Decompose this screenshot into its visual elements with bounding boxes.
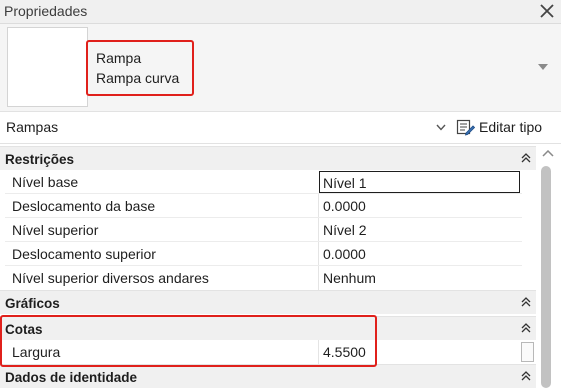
collapse-up-icon[interactable] xyxy=(521,371,531,381)
property-value: Nenhum xyxy=(323,270,376,286)
property-value: 0.0000 xyxy=(323,198,366,214)
group-name: Gráficos xyxy=(5,296,60,311)
property-row[interactable]: Nível superior Nível 2 xyxy=(0,218,536,242)
panel-titlebar: Propriedades xyxy=(0,0,561,24)
property-value-field[interactable]: 0.0000 xyxy=(318,194,522,218)
property-value: 4.5500 xyxy=(323,344,366,360)
property-label: Nível superior diversos andares xyxy=(12,270,209,286)
group-name: Restrições xyxy=(5,152,75,167)
edit-type-button[interactable]: Editar tipo xyxy=(456,116,556,140)
type-selector[interactable]: Rampa Rampa curva xyxy=(0,24,561,112)
property-row[interactable]: Deslocamento da base 0.0000 xyxy=(0,194,536,218)
group-cotas[interactable]: Cotas xyxy=(0,316,536,340)
value-edit-button[interactable] xyxy=(521,342,534,362)
property-label: Largura xyxy=(12,344,61,360)
property-label: Nível base xyxy=(12,174,79,190)
property-value: 0.0000 xyxy=(323,246,366,262)
close-icon[interactable] xyxy=(537,1,557,21)
property-label: Deslocamento da base xyxy=(12,198,156,214)
scrollbar-thumb[interactable] xyxy=(541,166,551,388)
property-label: Nível superior xyxy=(12,222,99,238)
property-value: Nível 2 xyxy=(323,222,367,238)
filter-row: Rampas Editar tipo xyxy=(0,112,561,144)
category-filter-select[interactable]: Rampas xyxy=(0,112,452,144)
edit-type-icon xyxy=(456,119,475,136)
group-name: Cotas xyxy=(5,322,43,337)
group-name: Dados de identidade xyxy=(5,370,138,385)
collapse-up-icon[interactable] xyxy=(521,323,531,333)
property-row[interactable]: Largura 4.5500 xyxy=(0,340,536,364)
group-restricoes[interactable]: Restrições xyxy=(0,146,536,170)
property-row[interactable]: Deslocamento superior 0.0000 xyxy=(0,242,536,266)
type-preview-image xyxy=(7,27,88,107)
type-name-label: Rampa curva xyxy=(96,70,180,86)
property-value-field[interactable]: Nenhum xyxy=(318,266,522,290)
property-value: Nível 1 xyxy=(323,175,367,191)
collapse-up-icon[interactable] xyxy=(521,297,531,307)
property-value-field[interactable]: 4.5500 xyxy=(318,340,522,364)
vertical-scrollbar[interactable] xyxy=(521,144,561,388)
property-row[interactable]: Nível superior diversos andares Nenhum xyxy=(0,266,536,290)
property-value-field[interactable]: 0.0000 xyxy=(318,242,522,266)
category-filter-value: Rampas xyxy=(6,119,59,135)
type-names-highlight: Rampa Rampa curva xyxy=(86,40,194,96)
group-dados-identidade[interactable]: Dados de identidade xyxy=(0,364,536,388)
properties-grid: Restrições Nível base Nível 1 Deslocamen… xyxy=(0,144,536,388)
panel-title: Propriedades xyxy=(4,3,88,19)
property-value-field[interactable]: Nível 1 xyxy=(319,171,520,193)
edit-type-label: Editar tipo xyxy=(479,119,543,135)
chevron-up-icon[interactable] xyxy=(542,150,554,157)
chevron-down-icon xyxy=(436,124,446,131)
group-graficos[interactable]: Gráficos xyxy=(0,290,536,314)
collapse-up-icon[interactable] xyxy=(521,153,531,163)
type-family-label: Rampa xyxy=(96,50,142,66)
property-value-field[interactable]: Nível 2 xyxy=(318,218,522,242)
property-label: Deslocamento superior xyxy=(12,246,156,262)
property-row[interactable]: Nível base Nível 1 xyxy=(0,170,536,194)
chevron-down-icon[interactable] xyxy=(538,64,548,70)
